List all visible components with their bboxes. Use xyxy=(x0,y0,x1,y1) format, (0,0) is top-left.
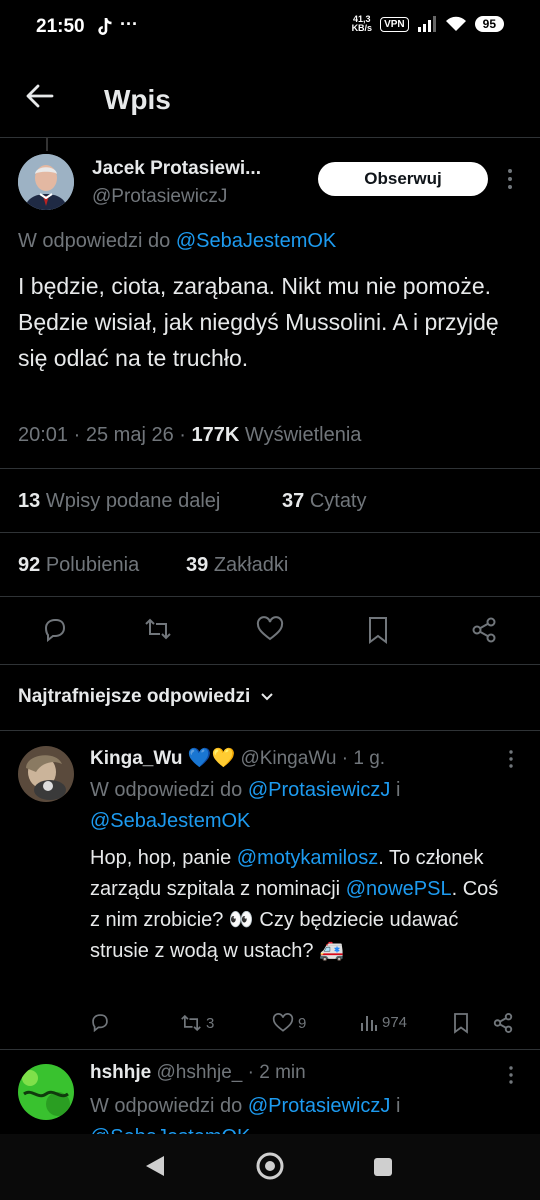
reply-2-mention-link[interactable]: @ProtasiewiczJ xyxy=(248,1095,391,1117)
stats-divider xyxy=(0,532,540,533)
wifi-icon xyxy=(445,16,467,32)
reply-like-count: 9 xyxy=(298,1014,307,1032)
arrow-left-icon xyxy=(26,84,54,108)
reply-context: W odpowiedzi do @SebaJestemOK xyxy=(18,230,336,253)
nav-back-icon[interactable] xyxy=(144,1154,166,1178)
bookmarks-stat[interactable]: 39 Zakładki xyxy=(186,554,288,577)
battery-badge: 95 xyxy=(474,16,504,32)
bookmark-icon[interactable] xyxy=(366,616,390,644)
reply-avatar-2-image xyxy=(18,1064,74,1120)
author-name[interactable]: Jacek Protasiewi... xyxy=(92,158,261,180)
reply-avatar[interactable] xyxy=(18,746,74,802)
repost-icon xyxy=(181,1014,201,1032)
reply-avatar-2[interactable] xyxy=(18,1064,74,1120)
tweet-time[interactable]: 20:01 xyxy=(18,424,68,446)
status-dots: ··· xyxy=(120,14,138,34)
reply-bookmark-icon[interactable] xyxy=(452,1012,470,1034)
reply-mention-link[interactable]: @ProtasiewiczJ xyxy=(248,779,391,801)
like-icon xyxy=(272,1013,294,1032)
status-time: 21:50 xyxy=(36,16,85,37)
reply-author-handle[interactable]: @KingaWu xyxy=(240,748,336,769)
mention-link-2[interactable]: @nowePSL xyxy=(346,878,452,900)
reply-2-more-icon[interactable] xyxy=(508,1066,514,1084)
vpn-badge: VPN xyxy=(380,16,409,32)
quotes-stat[interactable]: 37 Cytaty xyxy=(282,490,367,513)
mention-link[interactable]: @motykamilosz xyxy=(237,847,378,869)
reply-header: Kinga_Wu 💙💛 @KingaWu · 1 g. xyxy=(90,748,386,769)
network-speed: 41,3 KB/s xyxy=(351,14,373,33)
reply-author-name[interactable]: Kinga_Wu xyxy=(90,748,183,769)
tiktok-icon xyxy=(96,17,114,37)
reply-share-icon[interactable] xyxy=(492,1012,514,1034)
reply-avatar-image xyxy=(18,746,74,802)
reposts-stat[interactable]: 13 Wpisy podane dalej xyxy=(18,490,220,513)
views-chart-icon xyxy=(361,1016,377,1031)
reply-icon xyxy=(92,1014,108,1032)
reply-2-author-name[interactable]: hshhje xyxy=(90,1062,151,1083)
reply-views-button[interactable]: 974 xyxy=(360,1013,407,1031)
reply-mention-link-2[interactable]: @SebaJestemOK xyxy=(90,810,250,832)
chevron-down-icon xyxy=(261,693,273,701)
replies-sort-title[interactable]: Najtrafniejsze odpowiedzi xyxy=(18,686,274,708)
author-avatar[interactable] xyxy=(18,154,74,210)
reply-more-icon[interactable] xyxy=(508,750,514,768)
tweet-meta: 20:01 · 25 maj 26 · 177K Wyświetlenia xyxy=(18,424,362,446)
reply-views-count: 974 xyxy=(382,1013,408,1031)
page-title: Wpis xyxy=(104,84,171,115)
views-count: 177K xyxy=(191,424,240,446)
reply-2-header: hshhje @hshhje_ · 2 min xyxy=(90,1062,306,1083)
actions-divider xyxy=(0,664,540,665)
header-divider xyxy=(0,137,540,138)
tweet-date[interactable]: 25 maj 26 xyxy=(86,424,174,446)
replies-header-divider xyxy=(0,730,540,731)
tweet-text: I będzie, ciota, zarąbana. Nikt mu nie p… xyxy=(18,273,499,371)
author-handle[interactable]: @ProtasiewiczJ xyxy=(92,186,227,208)
reply-handle-link[interactable]: @SebaJestemOK xyxy=(176,230,336,252)
reply-like-button[interactable]: 9 xyxy=(272,1013,306,1033)
reply-author-emoji: 💙💛 xyxy=(187,748,236,769)
reply-repost-count: 3 xyxy=(206,1014,215,1032)
reply-prefix: W odpowiedzi do xyxy=(18,230,171,252)
signal-icon xyxy=(417,16,437,32)
reply-reply-button[interactable] xyxy=(90,1012,110,1032)
author-avatar-image xyxy=(18,154,74,210)
thread-line xyxy=(46,137,48,151)
reply-2-time[interactable]: 2 min xyxy=(259,1062,305,1083)
follow-button[interactable]: Obserwuj xyxy=(318,162,488,196)
reply-icon[interactable] xyxy=(42,616,68,642)
reply-divider xyxy=(0,1049,540,1050)
repost-icon[interactable] xyxy=(144,616,172,642)
share-icon[interactable] xyxy=(470,616,498,644)
meta-divider xyxy=(0,468,540,469)
views-label: Wyświetlenia xyxy=(244,424,362,446)
reply-time[interactable]: 1 g. xyxy=(353,748,385,769)
likes-stat[interactable]: 92 Polubienia xyxy=(18,554,139,577)
reply-context: W odpowiedzi do @ProtasiewiczJ i @SebaJe… xyxy=(90,779,401,832)
reply-repost-button[interactable]: 3 xyxy=(180,1013,214,1033)
status-icons: 41,3 KB/s VPN 95 xyxy=(352,15,504,33)
more-options-icon[interactable] xyxy=(506,168,514,190)
reply-2-author-handle[interactable]: @hshhje_ xyxy=(157,1062,243,1083)
back-button[interactable] xyxy=(26,84,54,108)
stats-divider-2 xyxy=(0,596,540,597)
nav-recents-icon[interactable] xyxy=(373,1157,393,1177)
reply-text: Hop, hop, panie @motykamilosz. To człone… xyxy=(90,847,499,962)
nav-home-icon[interactable] xyxy=(255,1151,285,1181)
like-icon[interactable] xyxy=(256,616,284,642)
